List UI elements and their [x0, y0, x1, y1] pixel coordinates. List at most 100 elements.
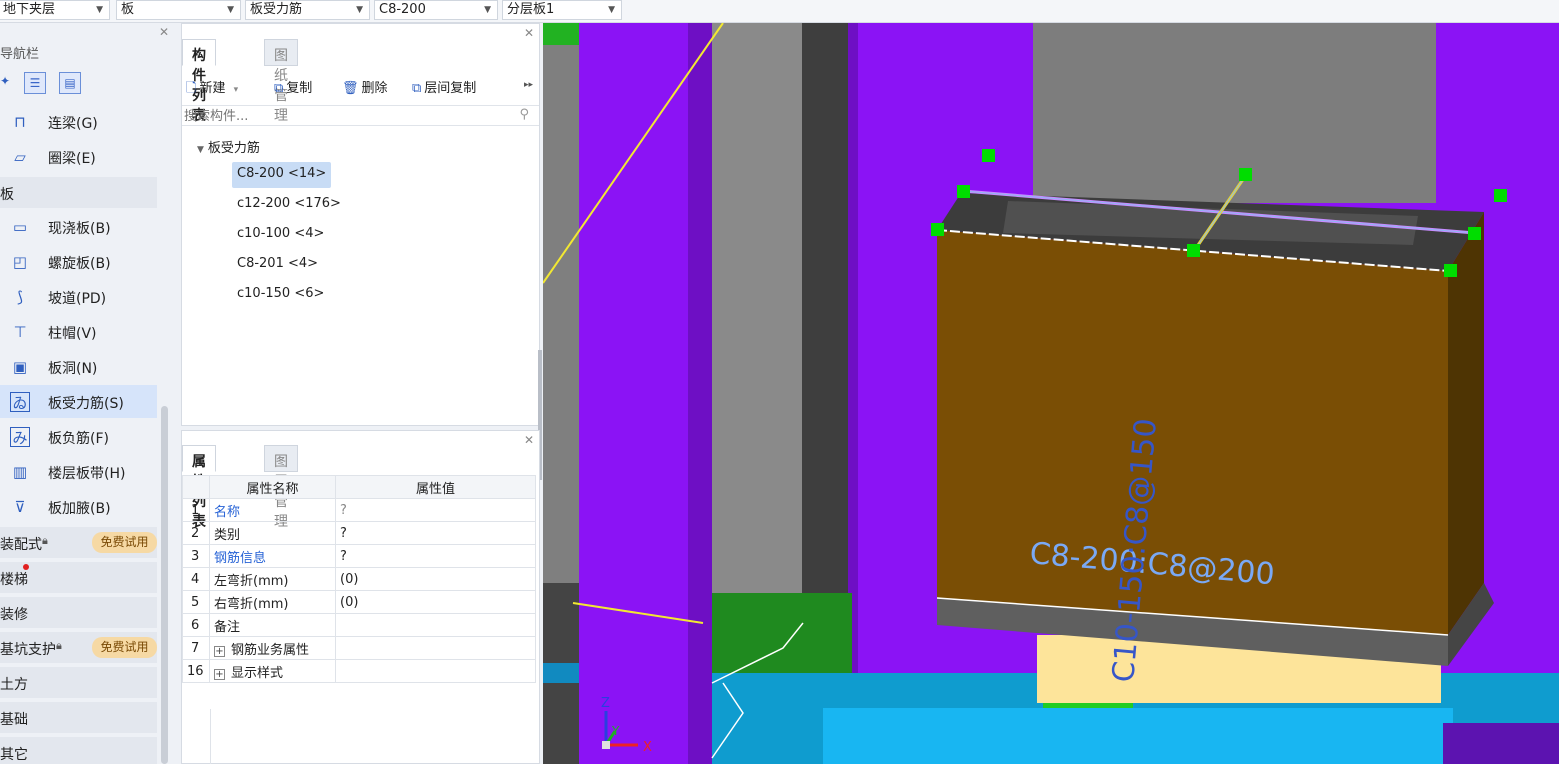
nav-item-negative-rebar[interactable]: み 板负筋(F): [0, 420, 157, 453]
tree-item[interactable]: c10-100 <4>: [232, 222, 329, 248]
tree-root[interactable]: ▼ 板受力筋: [197, 137, 260, 156]
new-label: 新建: [199, 81, 226, 96]
nav-item-column-cap[interactable]: ⊤ 柱帽(V): [0, 315, 157, 348]
tree-item[interactable]: c12-200 <176>: [232, 192, 346, 218]
sparkle-icon[interactable]: ✦: [0, 74, 10, 88]
tree-item[interactable]: c10-150 <6>: [232, 282, 329, 308]
nav-item-ring-beam[interactable]: ▱ 圈梁(E): [0, 140, 157, 173]
nav-group-earthwork[interactable]: 土方: [0, 667, 157, 698]
nav-item-slab-haunch[interactable]: ⊽ 板加腋(B): [0, 490, 157, 523]
negative-rebar-icon: み: [10, 427, 30, 447]
table-row[interactable]: 2 类别 ?: [182, 521, 536, 545]
close-icon[interactable]: ✕: [524, 26, 534, 40]
nav-group-prefab[interactable]: 装配式 🔒︎ 免费试用: [0, 527, 157, 558]
component-select[interactable]: 板受力筋 ▼: [245, 0, 370, 20]
grey-column: [712, 23, 802, 613]
nav-item-label: 圈梁(E): [48, 151, 96, 167]
ring-beam-icon: ▱: [14, 148, 26, 166]
floor-copy-button[interactable]: ⧉ 层间复制: [412, 77, 476, 96]
grip-handle[interactable]: [931, 223, 944, 236]
grip-handle[interactable]: [982, 149, 995, 162]
property-value[interactable]: (0): [335, 590, 536, 614]
property-value[interactable]: (0): [335, 567, 536, 591]
new-file-icon: 🗋︎: [186, 81, 197, 96]
nav-scrollbar[interactable]: [161, 406, 168, 764]
nav-group-decoration[interactable]: 装修: [0, 597, 157, 628]
copy-button[interactable]: ⧉ 复制: [274, 77, 312, 96]
table-row[interactable]: 1 名称 ?: [182, 498, 536, 522]
nav-group-slab[interactable]: 板: [0, 177, 157, 208]
tab-layer-management[interactable]: 图层管理: [264, 445, 298, 530]
tab-property-list[interactable]: 属性列表: [182, 445, 216, 530]
expand-icon[interactable]: +: [214, 668, 225, 680]
type-select[interactable]: 板 ▼: [116, 0, 241, 20]
nav-group-pit-support[interactable]: 基坑支护 🔒︎ 免费试用: [0, 632, 157, 663]
floor-select[interactable]: 地下夹层 ▼: [0, 0, 110, 20]
component-select-value: 板受力筋: [250, 2, 303, 17]
nav-group-foundation[interactable]: 基础: [0, 702, 157, 733]
nav-item-label: 现浇板(B): [48, 221, 111, 237]
slab-hole-icon: ▣: [12, 358, 28, 376]
nav-item-label: 螺旋板(B): [48, 256, 111, 272]
property-value[interactable]: [335, 636, 536, 660]
new-button[interactable]: 🗋︎ 新建 ▾: [186, 77, 238, 101]
spec-select[interactable]: C8-200 ▼: [374, 0, 498, 20]
nav-item-ramp[interactable]: ⟆ 坡道(PD): [0, 280, 157, 313]
property-name-expandable[interactable]: + 钢筋业务属性: [209, 636, 336, 660]
copy-icon: ⧉: [274, 81, 284, 96]
nav-item-label: 板加腋(B): [48, 501, 111, 517]
component-list-panel: ✕ 构件列表 图纸管理 🗋︎新建 ▾ ⧉复制 🗑︎删除 ⧉层间复制 ▸▸ ⚲: [181, 23, 540, 426]
nav-item-spiral-slab[interactable]: ◰ 螺旋板(B): [0, 245, 157, 278]
free-trial-badge[interactable]: 免费试用: [92, 532, 157, 553]
property-value[interactable]: ?: [335, 521, 536, 545]
3d-scene[interactable]: C8-200:C8@200 C10-150:C8@150 Z Y X: [543, 23, 1559, 764]
tree-item[interactable]: C8-201 <4>: [232, 252, 323, 278]
grip-handle[interactable]: [957, 185, 970, 198]
nav-item-coupling-beam[interactable]: ⊓ 连梁(G): [0, 105, 157, 138]
chevron-down-icon: ▼: [484, 5, 491, 15]
table-row[interactable]: 5 右弯折(mm) (0): [182, 590, 536, 614]
table-row[interactable]: 3 钢筋信息 ?: [182, 544, 536, 568]
more-icon[interactable]: ▸▸: [524, 80, 533, 90]
property-value[interactable]: ?: [335, 544, 536, 568]
nav-item-cast-slab[interactable]: ▭ 现浇板(B): [0, 210, 157, 243]
tree-item[interactable]: C8-200 <14>: [232, 162, 332, 188]
detail-view-icon[interactable]: ▤: [59, 72, 81, 94]
table-row[interactable]: 6 备注: [182, 613, 536, 637]
nav-group-stairs[interactable]: 楼梯: [0, 562, 157, 593]
list-view-icon[interactable]: ☰: [24, 72, 46, 94]
app-root: 地下夹层 ▼ 板 ▼ 板受力筋 ▼ C8-200 ▼ 分层板1 ▼ ✕ 导航栏 …: [0, 0, 1559, 764]
table-header-cell: 属性名称: [209, 475, 336, 499]
free-trial-badge[interactable]: 免费试用: [92, 637, 157, 658]
nav-item-slab-rebar[interactable]: ゐ 板受力筋(S): [0, 385, 157, 418]
search-input[interactable]: [184, 107, 504, 125]
expand-icon[interactable]: +: [214, 645, 225, 657]
grip-handle[interactable]: [1444, 264, 1457, 277]
property-value[interactable]: [335, 613, 536, 637]
property-value[interactable]: ?: [335, 498, 536, 522]
close-icon[interactable]: ✕: [524, 433, 534, 447]
close-icon[interactable]: ✕: [159, 25, 169, 39]
property-name-expandable[interactable]: + 显示样式: [209, 659, 336, 683]
search-icon[interactable]: ⚲: [519, 107, 529, 122]
nav-group-other[interactable]: 其它: [0, 737, 157, 764]
delete-button[interactable]: 🗑︎ 删除: [342, 77, 388, 96]
chevron-down-icon: ▼: [96, 5, 103, 15]
3d-viewport[interactable]: C8-200:C8@200 C10-150:C8@150 Z Y X: [543, 23, 1559, 764]
tab-component-list[interactable]: 构件列表: [182, 39, 216, 124]
grip-handle[interactable]: [1468, 227, 1481, 240]
layer-select[interactable]: 分层板1 ▼: [502, 0, 622, 20]
nav-item-slab-hole[interactable]: ▣ 板洞(N): [0, 350, 157, 383]
tab-drawing-management[interactable]: 图纸管理: [264, 39, 298, 124]
grip-handle[interactable]: [1187, 244, 1200, 257]
grip-handle[interactable]: [1494, 189, 1507, 202]
grip-handle[interactable]: [1239, 168, 1252, 181]
table-row[interactable]: 7 + 钢筋业务属性: [182, 636, 536, 660]
row-number: 3: [182, 544, 210, 568]
property-table: 属性名称 属性值 1 名称 ? 2 类别 ? 3 钢筋信息 ? 4 左弯折(mm…: [182, 475, 536, 683]
table-row[interactable]: 16 + 显示样式: [182, 659, 536, 683]
property-value[interactable]: [335, 659, 536, 683]
nav-item-slab-strip[interactable]: ▥ 楼层板带(H): [0, 455, 157, 488]
cast-slab-icon: ▭: [12, 218, 28, 236]
table-row[interactable]: 4 左弯折(mm) (0): [182, 567, 536, 591]
